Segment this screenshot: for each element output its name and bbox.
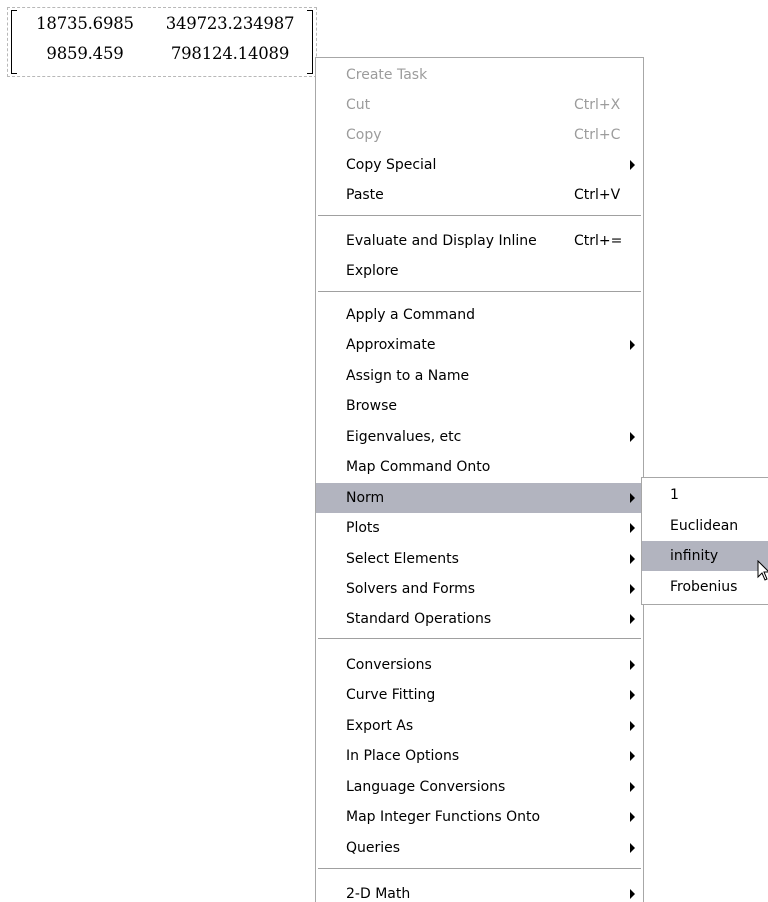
menu-item-label: Standard Operations [346, 611, 492, 627]
submenu-arrow-icon [630, 493, 635, 503]
menu-item-evaluate-inline[interactable]: Evaluate and Display Inline Ctrl+= [316, 226, 643, 256]
matrix-cell: 18735.6985 [36, 14, 134, 33]
submenu-arrow-icon [630, 523, 635, 533]
menu-item-norm[interactable]: Norm [316, 483, 643, 513]
submenu-arrow-icon [630, 690, 635, 700]
menu-item-solvers-forms[interactable]: Solvers and Forms [316, 574, 643, 604]
menu-item-apply-command[interactable]: Apply a Command [316, 300, 643, 330]
menu-item-copy[interactable]: Copy Ctrl+C [316, 120, 643, 150]
menu-item-label: Queries [346, 840, 401, 856]
menu-item-label: Assign to a Name [346, 368, 470, 384]
menu-item-label: Paste [346, 187, 384, 203]
submenu-arrow-icon [630, 554, 635, 564]
context-menu: Create Task Cut Ctrl+X Copy Ctrl+C Copy … [315, 57, 644, 902]
matrix-output[interactable]: 18735.6985 349723.234987 9859.459 798124… [7, 7, 317, 77]
menu-item-label: Explore [346, 263, 399, 279]
menu-item-language-conversions[interactable]: Language Conversions [316, 772, 643, 802]
menu-item-label: Select Elements [346, 551, 459, 567]
menu-item-label: Copy Special [346, 157, 437, 173]
menu-item-plots[interactable]: Plots [316, 513, 643, 543]
submenu-arrow-icon [630, 660, 635, 670]
menu-item-label: Cut [346, 97, 371, 113]
menu-item-label: 2-D Math [346, 886, 411, 902]
menu-item-conversions[interactable]: Conversions [316, 650, 643, 680]
menu-item-queries[interactable]: Queries [316, 833, 643, 863]
menu-item-browse[interactable]: Browse [316, 391, 643, 421]
submenu-item-label: 1 [670, 487, 679, 503]
submenu-arrow-icon [630, 340, 635, 350]
menu-item-curve-fitting[interactable]: Curve Fitting [316, 680, 643, 710]
menu-item-create-task[interactable]: Create Task [316, 60, 643, 90]
menu-item-map-command[interactable]: Map Command Onto [316, 452, 643, 482]
menu-item-label: Approximate [346, 337, 436, 353]
menu-item-in-place-options[interactable]: In Place Options [316, 741, 643, 771]
mouse-pointer-icon [757, 560, 768, 581]
submenu-arrow-icon [630, 721, 635, 731]
menu-separator [318, 638, 641, 640]
submenu-arrow-icon [630, 751, 635, 761]
menu-item-label: Solvers and Forms [346, 581, 476, 597]
menu-item-explore[interactable]: Explore [316, 256, 643, 286]
menu-item-approximate[interactable]: Approximate [316, 330, 643, 360]
matrix-cell: 349723.234987 [165, 14, 295, 33]
menu-item-standard-operations[interactable]: Standard Operations [316, 604, 643, 634]
menu-item-label: In Place Options [346, 748, 460, 764]
submenu-arrow-icon [630, 889, 635, 899]
menu-item-label: Plots [346, 520, 380, 536]
menu-item-label: Norm [346, 490, 385, 506]
matrix-row: 18735.6985 349723.234987 [8, 14, 316, 38]
submenu-item-label: infinity [670, 548, 719, 564]
menu-item-label: Create Task [346, 67, 428, 83]
menu-item-shortcut: Ctrl+X [574, 97, 621, 113]
menu-item-label: Browse [346, 398, 397, 414]
submenu-item-frobenius[interactable]: Frobenius [642, 572, 768, 602]
menu-item-label: Conversions [346, 657, 432, 673]
menu-item-eigenvalues[interactable]: Eigenvalues, etc [316, 422, 643, 452]
menu-item-assign-name[interactable]: Assign to a Name [316, 361, 643, 391]
matrix-cell: 9859.459 [46, 44, 124, 63]
submenu-item-label: Frobenius [670, 579, 738, 595]
menu-item-label: Eigenvalues, etc [346, 429, 462, 445]
matrix-row: 9859.459 798124.14089 [8, 44, 316, 68]
submenu-item-1[interactable]: 1 [642, 480, 768, 510]
menu-item-label: Curve Fitting [346, 687, 436, 703]
menu-separator [318, 291, 641, 293]
menu-item-select-elements[interactable]: Select Elements [316, 544, 643, 574]
submenu-arrow-icon [630, 614, 635, 624]
menu-item-label: Evaluate and Display Inline [346, 233, 537, 249]
menu-item-shortcut: Ctrl+C [574, 127, 621, 143]
menu-item-label: Apply a Command [346, 307, 475, 323]
menu-item-shortcut: Ctrl+= [574, 233, 623, 249]
menu-item-label: Map Command Onto [346, 459, 491, 475]
submenu-arrow-icon [630, 432, 635, 442]
submenu-arrow-icon [630, 584, 635, 594]
menu-separator [318, 215, 641, 217]
submenu-arrow-icon [630, 843, 635, 853]
menu-item-map-integer-functions[interactable]: Map Integer Functions Onto [316, 802, 643, 832]
submenu-item-infinity[interactable]: infinity [642, 541, 768, 571]
submenu-item-label: Euclidean [670, 518, 739, 534]
submenu-item-euclidean[interactable]: Euclidean [642, 511, 768, 541]
menu-item-paste[interactable]: Paste Ctrl+V [316, 180, 643, 210]
submenu-arrow-icon [630, 782, 635, 792]
norm-submenu: 1 Euclidean infinity Frobenius [641, 477, 768, 605]
submenu-arrow-icon [630, 160, 635, 170]
menu-item-label: Copy [346, 127, 382, 143]
submenu-arrow-icon [630, 812, 635, 822]
menu-item-cut[interactable]: Cut Ctrl+X [316, 90, 643, 120]
matrix-cell: 798124.14089 [170, 44, 290, 63]
menu-item-shortcut: Ctrl+V [574, 187, 621, 203]
menu-item-label: Export As [346, 718, 414, 734]
menu-separator [318, 868, 641, 870]
menu-item-2d-math[interactable]: 2-D Math [316, 879, 643, 902]
menu-item-label: Map Integer Functions Onto [346, 809, 541, 825]
menu-item-copy-special[interactable]: Copy Special [316, 150, 643, 180]
menu-item-export-as[interactable]: Export As [316, 711, 643, 741]
menu-item-label: Language Conversions [346, 779, 506, 795]
